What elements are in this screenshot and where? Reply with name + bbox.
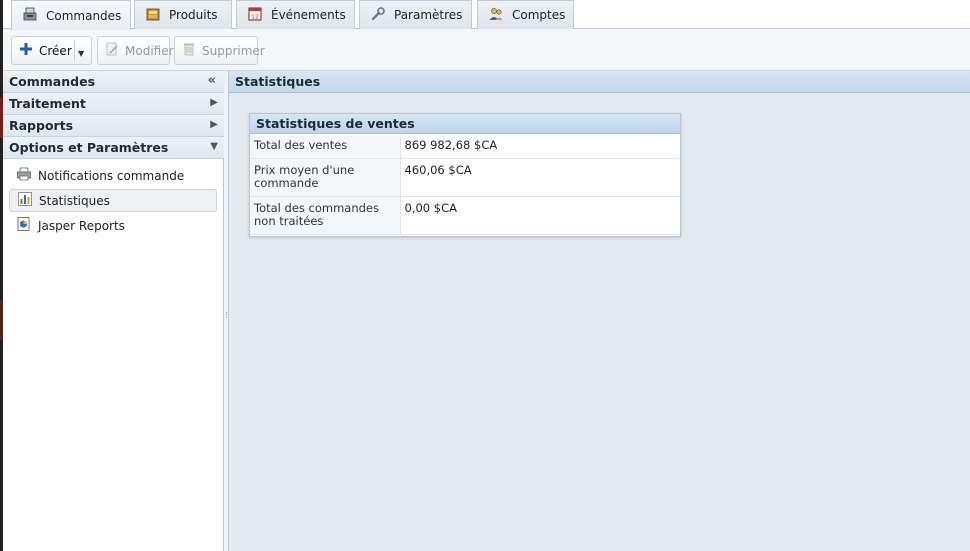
section-traitement[interactable]: Traitement ▶ <box>3 93 224 115</box>
collapse-icon[interactable]: « <box>208 73 216 88</box>
wrench-icon <box>370 6 386 25</box>
calendar-icon: 12 <box>247 6 263 25</box>
delete-button[interactable]: Supprimer <box>174 36 265 65</box>
main-content: Statistiques Statistiques de ventes Tota… <box>229 71 970 551</box>
edit-button[interactable]: Modifier <box>97 36 174 65</box>
sidebar-item-jasper-reports[interactable]: Jasper Reports <box>9 214 217 237</box>
svg-text:12: 12 <box>251 13 259 20</box>
row-value: 869 982,68 $CA <box>400 134 680 159</box>
chart-icon <box>17 191 33 210</box>
row-label: Total des commandes non traitées <box>250 196 401 235</box>
create-button[interactable]: Créer ▼ <box>11 36 92 65</box>
row-label: Total des ventes <box>250 134 401 159</box>
statistics-table: Total des ventes 869 982,68 $CA Prix moy… <box>250 134 680 235</box>
row-value: 460,06 $CA <box>400 158 680 197</box>
sales-statistics-panel: Statistiques de ventes Total des ventes … <box>249 113 681 237</box>
chevron-down-icon: ▼ <box>210 141 218 152</box>
row-label: Prix moyen d'une commande <box>250 158 401 197</box>
trash-icon <box>181 41 197 60</box>
table-row: Total des ventes 869 982,68 $CA <box>250 134 680 159</box>
tab-commandes[interactable]: Commandes <box>11 0 131 30</box>
tab-bar: Commandes Produits 12 Événements Paramèt… <box>3 0 970 30</box>
sidebar-item-label: Statistiques <box>39 193 110 208</box>
section-label: Options et Paramètres <box>9 140 169 155</box>
edit-document-icon <box>104 41 120 60</box>
delete-label: Supprimer <box>202 43 265 58</box>
tab-label: Comptes <box>512 8 566 22</box>
chevron-right-icon: ▶ <box>210 97 218 108</box>
section-rapports[interactable]: Rapports ▶ <box>3 115 224 137</box>
tab-label: Commandes <box>46 8 122 23</box>
sidebar-item-statistiques[interactable]: Statistiques <box>9 189 217 212</box>
toolbar: Créer ▼ Modifier Supprimer <box>3 29 970 71</box>
panel-title: Statistiques de ventes <box>250 114 680 134</box>
section-label: Rapports <box>9 118 74 133</box>
create-label: Créer <box>39 43 72 58</box>
cash-register-icon <box>22 6 38 25</box>
tab-evenements[interactable]: 12 Événements <box>236 0 355 29</box>
sidebar-item-label: Jasper Reports <box>38 218 125 233</box>
section-label: Commandes <box>9 74 96 89</box>
tab-parametres[interactable]: Paramètres <box>359 0 472 29</box>
report-icon <box>16 216 32 235</box>
chevron-right-icon: ▶ <box>210 119 218 130</box>
tab-label: Paramètres <box>394 8 463 22</box>
sidebar: Commandes « Traitement ▶ Rapports ▶ Opti… <box>3 71 224 551</box>
printer-icon <box>16 166 32 185</box>
table-row: Total des commandes non traitées 0,00 $C… <box>250 196 680 235</box>
tab-label: Produits <box>169 8 218 22</box>
table-row: Prix moyen d'une commande 460,06 $CA <box>250 158 680 197</box>
tab-label: Événements <box>271 8 346 22</box>
tab-comptes[interactable]: Comptes <box>477 0 574 29</box>
edit-label: Modifier <box>125 43 174 58</box>
section-commandes[interactable]: Commandes « <box>3 71 224 93</box>
section-label: Traitement <box>9 96 86 111</box>
sidebar-item-notifications[interactable]: Notifications commande <box>9 164 217 187</box>
row-value: 0,00 $CA <box>400 196 680 235</box>
sidebar-item-label: Notifications commande <box>38 168 185 183</box>
section-options-parametres[interactable]: Options et Paramètres ▼ <box>3 137 224 159</box>
chevron-down-icon[interactable]: ▼ <box>78 49 84 58</box>
tab-produits[interactable]: Produits <box>134 0 232 29</box>
product-box-icon <box>145 6 161 25</box>
page-title: Statistiques <box>229 71 970 93</box>
split-divider <box>74 40 75 61</box>
users-icon <box>488 6 504 25</box>
plus-icon <box>18 41 34 60</box>
